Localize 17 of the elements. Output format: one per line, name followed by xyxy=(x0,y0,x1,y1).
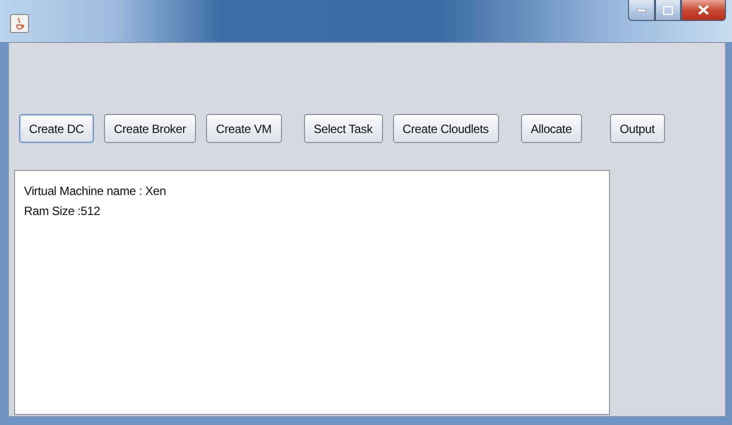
output-line: Ram Size :512 xyxy=(24,203,102,220)
action-button[interactable]: Create DC xyxy=(19,114,94,143)
action-button[interactable]: Output xyxy=(610,114,665,143)
action-button[interactable]: Allocate xyxy=(520,114,582,143)
close-icon xyxy=(698,5,709,15)
output-line: Virtual Machine name : Xen xyxy=(24,183,167,200)
maximize-button[interactable] xyxy=(655,0,681,21)
action-button[interactable]: Select Task xyxy=(304,114,383,143)
java-cup-icon xyxy=(10,14,29,33)
action-button[interactable]: Create Cloudlets xyxy=(392,114,499,143)
minimize-icon xyxy=(637,8,646,12)
action-button[interactable]: Create VM xyxy=(206,114,282,143)
minimize-button[interactable] xyxy=(628,0,655,21)
output-text-area[interactable]: Virtual Machine name : Xen Ram Size :512 xyxy=(14,170,610,415)
action-button[interactable]: Create Broker xyxy=(104,114,196,143)
close-button[interactable] xyxy=(681,0,726,21)
maximize-icon xyxy=(663,6,673,14)
